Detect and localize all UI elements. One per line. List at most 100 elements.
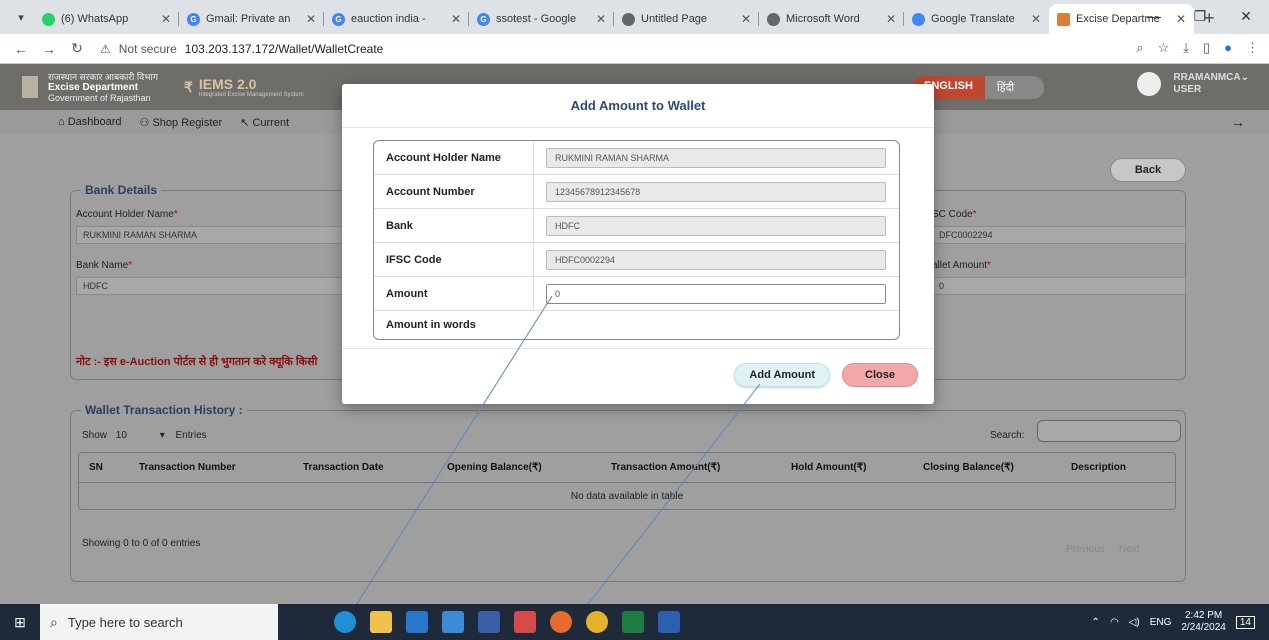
col-transaction-number[interactable]: Transaction Number	[129, 462, 293, 473]
reload-icon[interactable]: ↻	[66, 40, 88, 57]
input-language[interactable]: ENG	[1150, 617, 1172, 628]
profile-icon[interactable]: ●	[1224, 40, 1232, 56]
ifsc-code-field[interactable]: HDFC0002294	[546, 249, 886, 270]
word-icon[interactable]	[658, 611, 680, 633]
bank-name-field[interactable]: HDFC	[76, 277, 346, 295]
system-tray: ⌃ ◠ ◁) ENG 2:42 PM 2/24/2024 14	[1092, 604, 1255, 640]
arrow-right-icon[interactable]: →	[1231, 114, 1245, 130]
outlook-icon[interactable]	[406, 611, 428, 633]
volume-icon[interactable]: ◁)	[1129, 617, 1140, 628]
firefox-icon[interactable]	[550, 611, 572, 633]
col-description[interactable]: Description	[1061, 462, 1171, 473]
tray-up-arrow-icon[interactable]: ⌃	[1092, 617, 1100, 628]
close-window-icon[interactable]: ✕	[1223, 8, 1269, 25]
close-tab-icon[interactable]: ✕	[451, 12, 461, 26]
tab-whatsapp[interactable]: (6) WhatsApp ✕	[34, 4, 179, 34]
tab-title: ssotest - Google	[496, 13, 577, 25]
close-button[interactable]: Close	[842, 363, 918, 387]
close-tab-icon[interactable]: ✕	[741, 12, 751, 26]
close-tab-icon[interactable]: ✕	[161, 12, 171, 26]
url-field[interactable]: ⚠ Not secure 103.203.137.172/Wallet/Wall…	[100, 42, 383, 56]
google-icon: G	[332, 12, 345, 26]
amount-input[interactable]: 0	[546, 283, 886, 304]
windows-start-icon[interactable]: ⊞	[0, 604, 40, 640]
zoom-icon[interactable]: ⌕	[1136, 40, 1143, 56]
col-hold-amount[interactable]: Hold Amount(₹)	[781, 462, 913, 473]
clock[interactable]: 2:42 PM 2/24/2024	[1181, 610, 1226, 634]
col-transaction-date[interactable]: Transaction Date	[293, 462, 437, 473]
col-opening-balance[interactable]: Opening Balance(₹)	[437, 462, 601, 473]
taskbar-search[interactable]: ⌕ Type here to search	[40, 604, 278, 640]
previous-button[interactable]: Previous	[1066, 544, 1105, 555]
lang-hindi-button[interactable]: हिंदी	[984, 76, 1045, 99]
label-text: Bank Name	[76, 260, 129, 271]
store-icon[interactable]	[442, 611, 464, 633]
user-role: USER	[1173, 84, 1202, 95]
excel-icon[interactable]	[622, 611, 644, 633]
tab-gmail[interactable]: G Gmail: Private an ✕	[179, 4, 324, 34]
chrome-icon[interactable]	[586, 611, 608, 633]
dept-title: राजस्थान सरकार आबकारी विभाग Excise Depar…	[48, 72, 158, 103]
next-button[interactable]: Next	[1119, 544, 1140, 555]
date-text: 2/24/2024	[1181, 622, 1226, 633]
dropdown-caret-icon[interactable]: ▾	[160, 430, 165, 441]
edge-icon[interactable]	[334, 611, 356, 633]
col-transaction-amount[interactable]: Transaction Amount(₹)	[601, 462, 781, 473]
col-closing-balance[interactable]: Closing Balance(₹)	[913, 462, 1061, 473]
tab-search-icon[interactable]: ▾	[8, 4, 34, 30]
notification-count: 14	[1239, 616, 1251, 628]
add-amount-button[interactable]: Add Amount	[734, 363, 830, 387]
back-button[interactable]: Back	[1110, 158, 1186, 182]
entries-select[interactable]: 10	[116, 430, 127, 441]
ifsc-field[interactable]: DFC0002294	[932, 226, 1186, 244]
download-icon[interactable]: ⤓	[1183, 40, 1189, 56]
sidepanel-icon[interactable]: ▯	[1203, 40, 1210, 56]
close-tab-icon[interactable]: ✕	[886, 12, 896, 26]
warning-icon[interactable]: ⚠	[100, 42, 111, 56]
kebab-menu-icon[interactable]: ⋮	[1246, 40, 1259, 56]
user-menu[interactable]: RRAMANMCA⌄ USER	[1137, 72, 1249, 96]
window-controls: — ❐ ✕	[1131, 0, 1269, 32]
username: RRAMANMCA	[1173, 72, 1241, 83]
wallet-amount-field[interactable]: 0	[932, 277, 1186, 295]
notification-icon[interactable]: 14	[1235, 615, 1255, 629]
table-search-input[interactable]	[1037, 420, 1181, 442]
tab-ssotest[interactable]: Gssotest - Google ✕	[469, 4, 614, 34]
tab-title: (6) WhatsApp	[61, 13, 129, 25]
close-tab-icon[interactable]: ✕	[1031, 12, 1041, 26]
close-tab-icon[interactable]: ✕	[596, 12, 606, 26]
google-icon: G	[477, 12, 490, 26]
menu-current[interactable]: ↖ Current	[240, 116, 289, 129]
bookmark-star-icon[interactable]: ☆	[1158, 40, 1170, 56]
emblem-icon	[22, 76, 38, 98]
account-number-field[interactable]: 12345678912345678	[546, 181, 886, 202]
tab-eauction[interactable]: Geauction india - ✕	[324, 4, 469, 34]
visio-icon[interactable]	[478, 611, 500, 633]
forward-arrow-icon[interactable]: →	[38, 41, 60, 57]
col-sn[interactable]: SN	[79, 462, 129, 473]
tab-title: Gmail: Private an	[206, 13, 291, 25]
photos-icon[interactable]	[514, 611, 536, 633]
bank-field[interactable]: HDFC	[546, 215, 886, 236]
add-amount-modal: Add Amount to Wallet Account Holder Name…	[342, 84, 934, 404]
row-label: Account Holder Name	[374, 141, 534, 174]
security-label[interactable]: Not secure	[119, 42, 177, 56]
bank-name-label: Bank Name*	[76, 260, 133, 271]
close-tab-icon[interactable]: ✕	[306, 12, 316, 26]
tab-translate[interactable]: Google Translate ✕	[904, 4, 1049, 34]
menu-shop-register[interactable]: ⚇ Shop Register	[140, 116, 223, 129]
restore-icon[interactable]: ❐	[1177, 8, 1223, 25]
tab-word[interactable]: Microsoft Word ✕	[759, 4, 904, 34]
menu-dashboard[interactable]: ⌂ Dashboard	[58, 116, 122, 128]
menu-label: Shop Register	[152, 116, 223, 129]
tab-untitled[interactable]: Untitled Page ✕	[614, 4, 759, 34]
search-label: Search:	[990, 430, 1025, 441]
file-explorer-icon[interactable]	[370, 611, 392, 633]
network-icon[interactable]: ◠	[1110, 617, 1119, 628]
holder-field[interactable]: RUKMINI RAMAN SHARMA	[76, 226, 346, 244]
globe-icon	[622, 12, 635, 26]
minimize-icon[interactable]: —	[1131, 8, 1177, 24]
holder-name-field[interactable]: RUKMINI RAMAN SHARMA	[546, 147, 886, 168]
back-arrow-icon[interactable]: ←	[10, 41, 32, 57]
url-text[interactable]: 103.203.137.172/Wallet/WalletCreate	[185, 42, 384, 56]
